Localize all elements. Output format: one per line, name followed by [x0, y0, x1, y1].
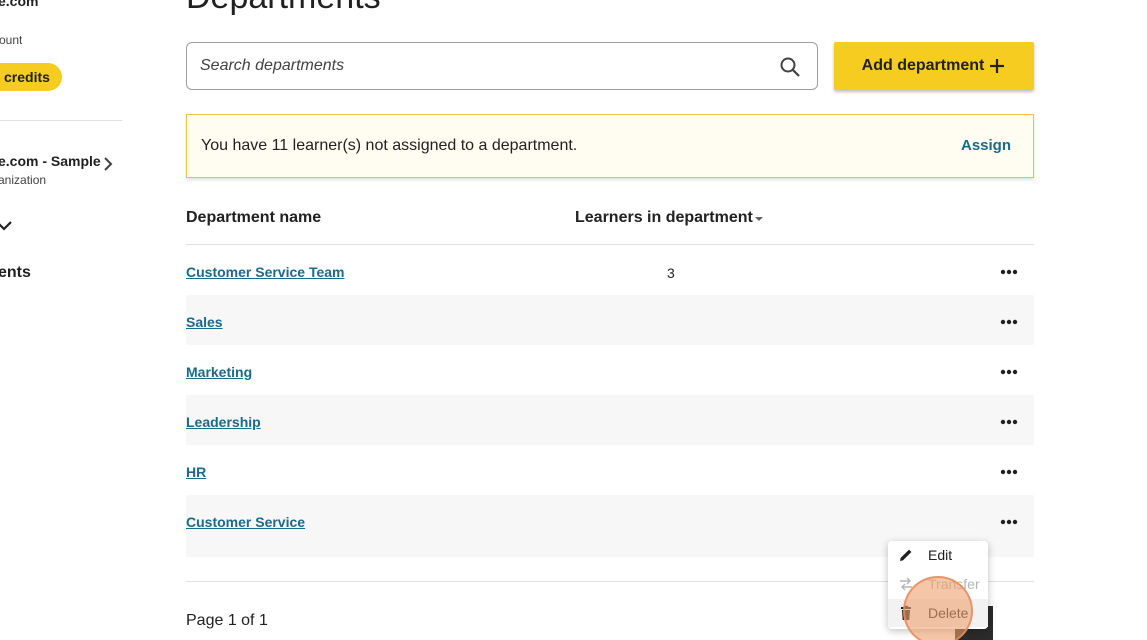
plus-icon [990, 59, 1005, 73]
page-title: Departments [186, 0, 381, 17]
menu-item-transfer: Transfer [888, 570, 988, 598]
menu-item-label: Transfer [928, 576, 980, 592]
more-options-icon[interactable] [994, 261, 1024, 283]
credits-badge[interactable]: credits [0, 63, 62, 91]
assign-link[interactable]: Assign [961, 137, 1011, 154]
add-department-button[interactable]: Add department [834, 42, 1034, 90]
department-link[interactable]: Leadership [186, 414, 261, 430]
row-context-menu: Edit Transfer Delete [888, 541, 988, 629]
menu-item-delete[interactable]: Delete [888, 599, 988, 627]
unassigned-notice: You have 11 learner(s) not assigned to a… [186, 114, 1034, 178]
more-options-icon[interactable] [994, 361, 1024, 383]
org-switcher[interactable]: e.com - Sample anization [0, 150, 122, 190]
org-name: e.com - Sample [0, 153, 101, 169]
notice-text: You have 11 learner(s) not assigned to a… [201, 137, 578, 154]
account-email: e.com [0, 0, 39, 9]
more-options-icon[interactable] [994, 311, 1024, 333]
search-icon[interactable] [779, 56, 801, 78]
menu-item-label: Edit [928, 547, 953, 563]
more-options-icon[interactable] [994, 511, 1024, 533]
table-row: Marketing [186, 345, 1034, 395]
table-row: Leadership [186, 395, 1034, 445]
menu-item-edit[interactable]: Edit [888, 541, 988, 569]
table-row: HR [186, 445, 1034, 495]
learner-count: 3 [667, 265, 675, 281]
department-link[interactable]: Marketing [186, 364, 252, 380]
org-subtitle: anization [0, 173, 47, 187]
add-department-label: Add department [861, 57, 985, 74]
pencil-icon [900, 549, 912, 561]
sidebar-divider [0, 120, 122, 121]
account-label: ount [0, 33, 23, 47]
swap-arrows-icon [900, 577, 912, 591]
more-options-icon[interactable] [994, 411, 1024, 433]
sort-down-icon[interactable] [753, 214, 765, 224]
search-input[interactable] [200, 43, 760, 89]
department-link[interactable]: Customer Service Team [186, 264, 344, 280]
department-link[interactable]: Sales [186, 314, 223, 330]
menu-item-label: Delete [928, 605, 969, 621]
more-options-icon[interactable] [994, 461, 1024, 483]
chevron-down-icon[interactable] [0, 218, 14, 234]
pagination-info: Page 1 of 1 [186, 612, 268, 629]
department-link[interactable]: HR [186, 464, 206, 480]
column-header-department-name: Department name [186, 209, 322, 226]
sidebar-item-departments[interactable]: ents [0, 264, 31, 282]
table-row: Sales [186, 295, 1034, 345]
column-header-learners[interactable]: Learners in department [575, 209, 753, 227]
chevron-right-icon [104, 157, 113, 171]
trash-icon [901, 605, 911, 620]
departments-table: Customer Service Team 3 Sales Marketing … [186, 245, 1034, 557]
table-row: Customer Service Team 3 [186, 245, 1034, 295]
department-link[interactable]: Customer Service [186, 514, 305, 530]
search-box [186, 42, 818, 90]
sidebar: e.com ount credits e.com - Sample anizat… [0, 0, 140, 640]
